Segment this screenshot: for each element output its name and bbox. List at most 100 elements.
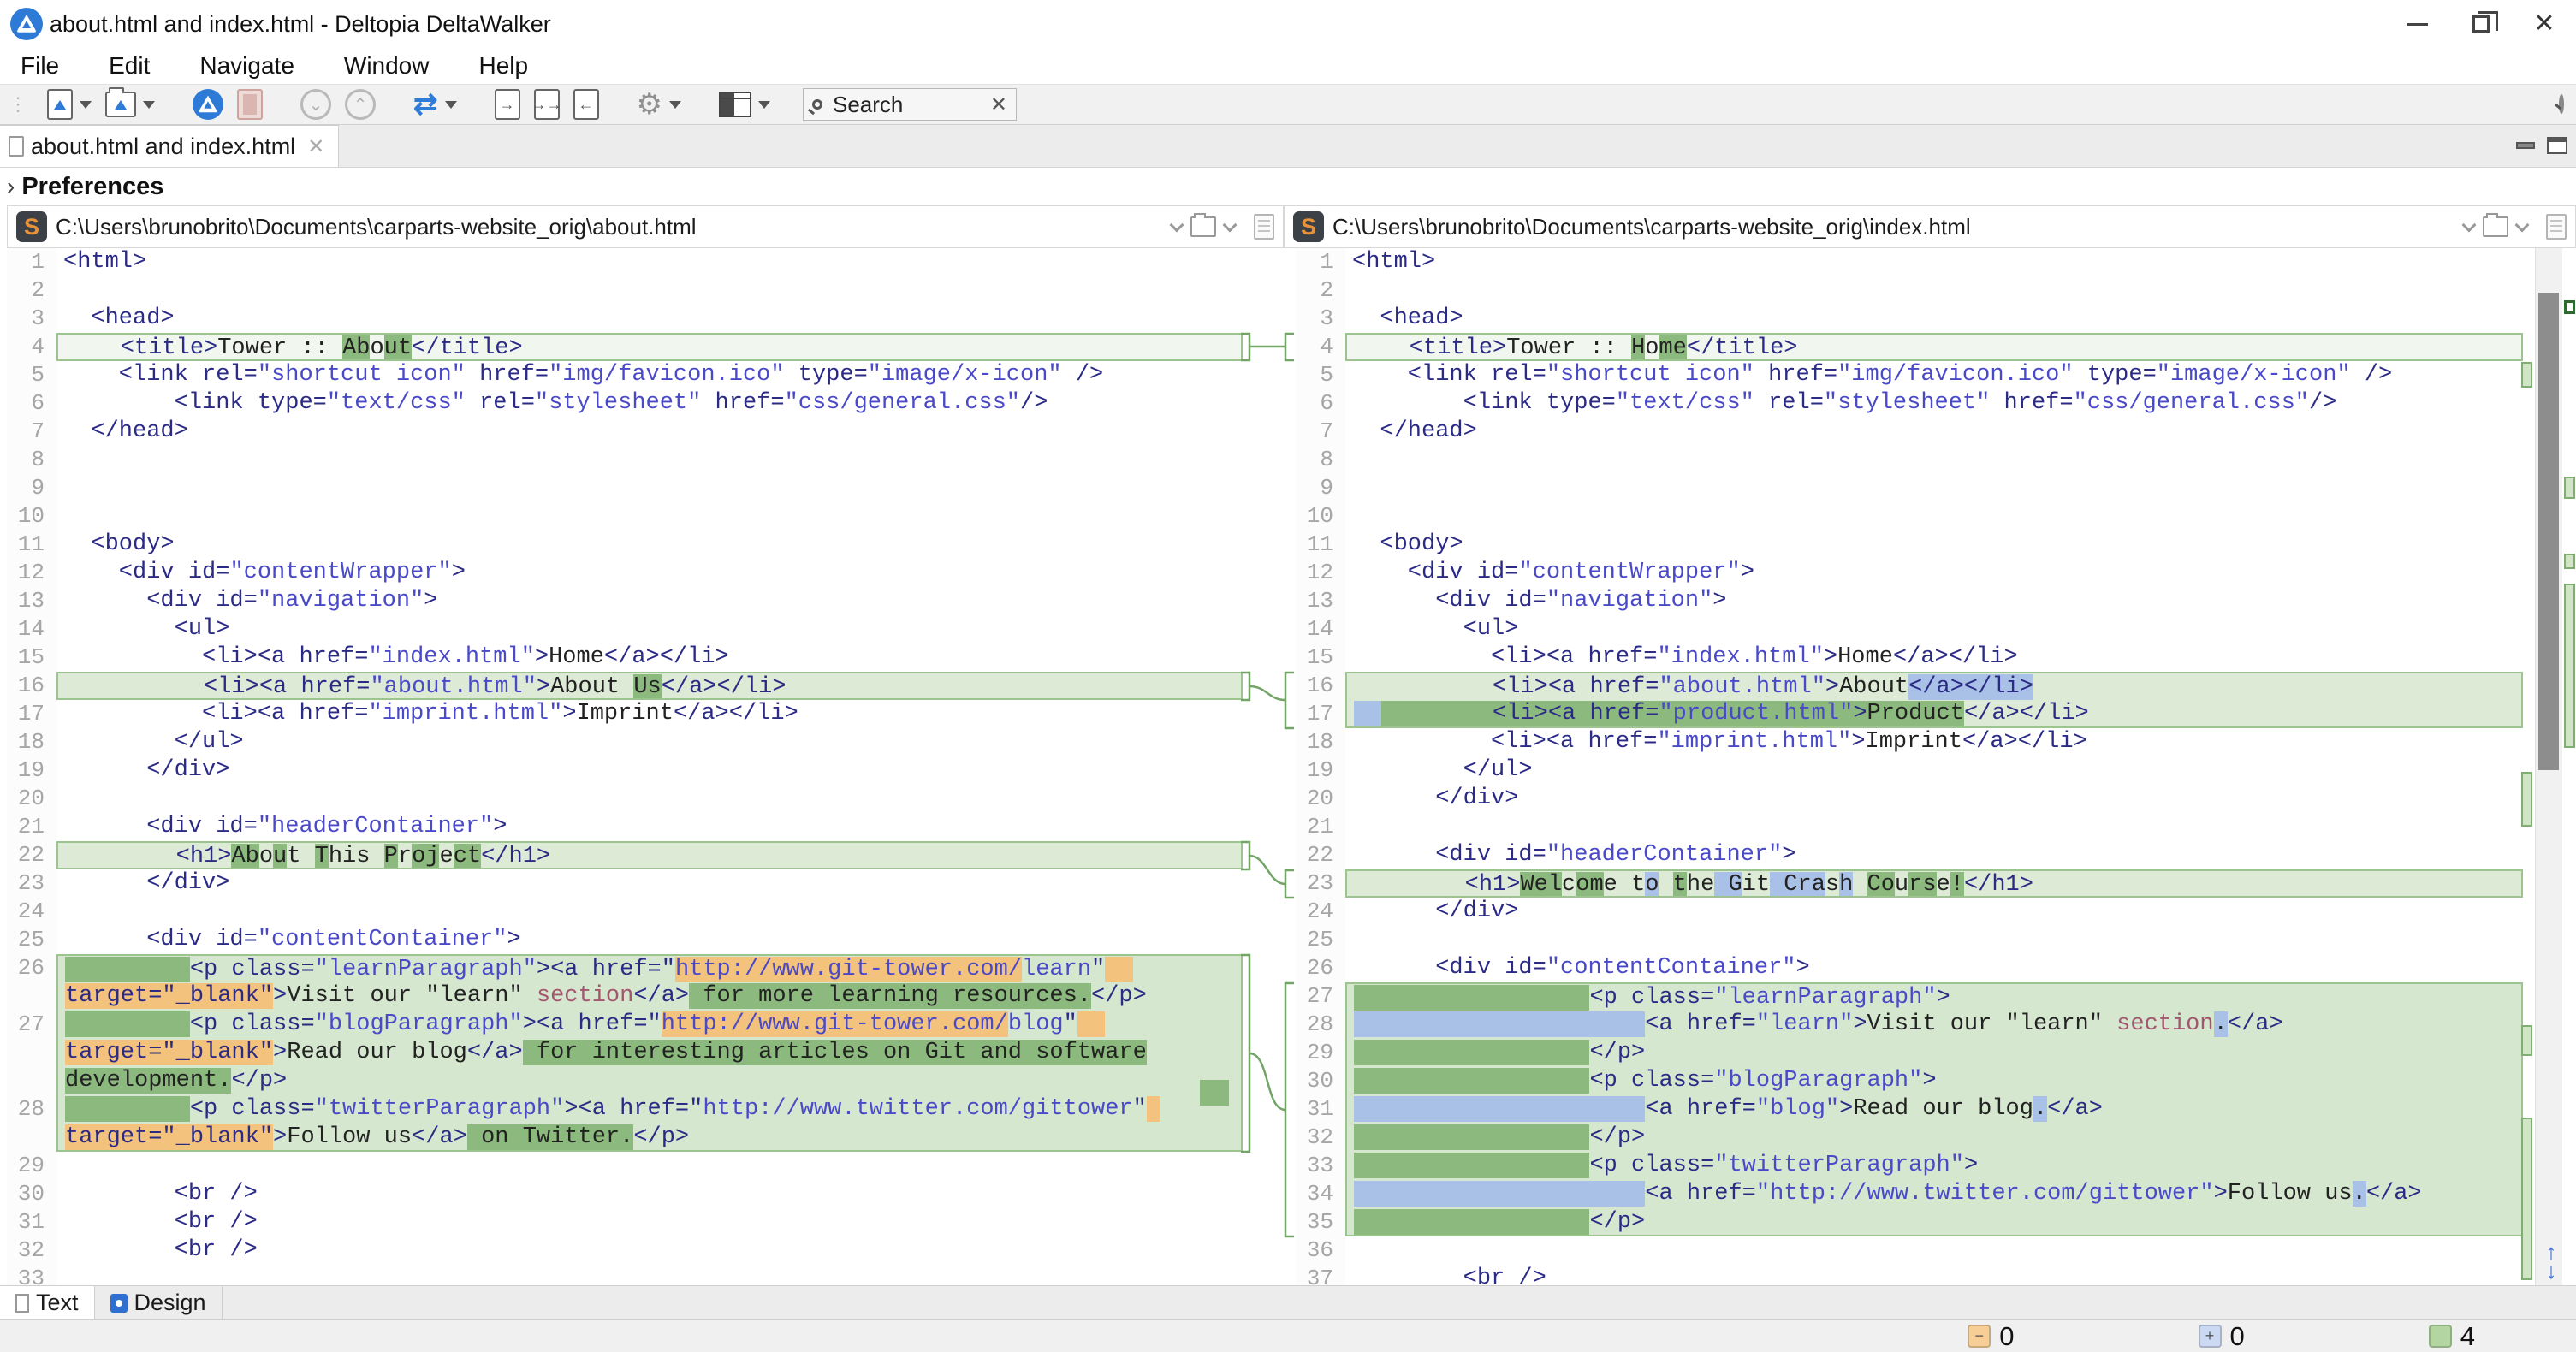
tab-design[interactable]: Design bbox=[95, 1286, 223, 1319]
folder-icon[interactable] bbox=[2483, 216, 2508, 237]
tab-text[interactable]: Text bbox=[0, 1286, 95, 1319]
code-line[interactable]: <html> bbox=[56, 248, 1243, 276]
code-line[interactable]: <p class="twitterParagraph"> bbox=[1345, 1152, 2523, 1180]
open-folder-button[interactable] bbox=[105, 92, 155, 117]
prev-diff-button[interactable]: ⌃ bbox=[345, 89, 376, 120]
search-value[interactable]: Search bbox=[833, 92, 990, 118]
search-input[interactable]: Search ✕ bbox=[803, 88, 1017, 121]
code-line[interactable]: <div id="navigation"> bbox=[1345, 587, 2523, 615]
open-file-button[interactable] bbox=[47, 89, 92, 120]
code-line[interactable]: <li><a href="index.html">Home</a></li> bbox=[56, 643, 1243, 672]
chevron-down-icon[interactable] bbox=[80, 101, 92, 109]
left-editor[interactable]: 1<html>23 <head>4 <title>Tower :: About<… bbox=[7, 248, 1284, 1285]
merge-all-button[interactable]: →→ bbox=[534, 89, 560, 120]
code-line[interactable]: <ul> bbox=[1345, 615, 2523, 643]
comparison-tab-label[interactable]: about.html and index.html bbox=[31, 133, 295, 160]
copy-right-button[interactable]: → bbox=[495, 89, 520, 120]
copy-left-button[interactable]: ← bbox=[573, 89, 599, 120]
code-line[interactable] bbox=[1345, 502, 2523, 531]
code-line[interactable] bbox=[56, 446, 1243, 474]
code-line[interactable]: <p class="blogParagraph"><a href="http:/… bbox=[56, 1011, 1243, 1039]
code-line[interactable]: <link type="text/css" rel="stylesheet" h… bbox=[56, 389, 1243, 418]
code-line[interactable]: <title>Tower :: About</title> bbox=[56, 333, 1243, 361]
code-line[interactable]: </div> bbox=[56, 869, 1243, 898]
chevron-down-icon[interactable] bbox=[669, 101, 681, 109]
code-line[interactable]: <link type="text/css" rel="stylesheet" h… bbox=[1345, 389, 2523, 418]
code-line[interactable]: </div> bbox=[1345, 785, 2523, 813]
code-line[interactable]: <br /> bbox=[1345, 1265, 2523, 1285]
code-line[interactable]: <h1>Welcome to the Git Crash Course!</h1… bbox=[1345, 869, 2523, 898]
code-line[interactable]: <div id="navigation"> bbox=[56, 587, 1243, 615]
code-line[interactable]: <link rel="shortcut icon" href="img/favi… bbox=[56, 361, 1243, 389]
code-line[interactable]: target="_blank">Read our blog</a> for in… bbox=[56, 1039, 1243, 1067]
clear-search-icon[interactable]: ✕ bbox=[990, 92, 1007, 117]
code-line[interactable] bbox=[56, 785, 1243, 813]
code-line[interactable]: target="_blank">Visit our "learn" sectio… bbox=[56, 982, 1243, 1011]
chevron-down-icon[interactable] bbox=[445, 101, 457, 109]
code-line[interactable]: </p> bbox=[1345, 1124, 2523, 1152]
code-line[interactable]: </div> bbox=[56, 756, 1243, 785]
code-line[interactable]: <p class="twitterParagraph"><a href="htt… bbox=[56, 1095, 1243, 1124]
code-line[interactable] bbox=[1345, 1236, 2523, 1265]
code-line[interactable]: <div id="headerContainer"> bbox=[1345, 841, 2523, 869]
close-tab-icon[interactable]: ✕ bbox=[307, 134, 324, 159]
chevron-down-icon[interactable] bbox=[1223, 218, 1238, 233]
code-line[interactable]: <a href="http://www.twitter.com/gittower… bbox=[1345, 1180, 2523, 1208]
code-line[interactable]: <p class="learnParagraph"><a href="http:… bbox=[56, 954, 1243, 982]
code-line[interactable]: <a href="blog">Read our blog.</a> bbox=[1345, 1095, 2523, 1124]
swap-panes-button[interactable]: ⇄ bbox=[413, 90, 457, 119]
code-line[interactable]: <body> bbox=[56, 531, 1243, 559]
code-line[interactable]: <h1>About This Project</h1> bbox=[56, 841, 1243, 869]
chevron-down-icon[interactable] bbox=[2462, 218, 2477, 233]
menu-window[interactable]: Window bbox=[335, 52, 450, 80]
code-line[interactable] bbox=[1345, 474, 2523, 502]
code-line[interactable]: <ul> bbox=[56, 615, 1243, 643]
code-line[interactable]: <a href="learn">Visit our "learn" sectio… bbox=[1345, 1011, 2523, 1039]
global-search-button[interactable] bbox=[2559, 97, 2564, 112]
menu-navigate[interactable]: Navigate bbox=[191, 52, 315, 80]
code-line[interactable]: <p class="learnParagraph"> bbox=[1345, 982, 2523, 1011]
comparison-tab[interactable]: about.html and index.html ✕ bbox=[0, 125, 339, 167]
chevron-down-icon[interactable] bbox=[1170, 218, 1184, 233]
menu-edit[interactable]: Edit bbox=[100, 52, 170, 80]
code-line[interactable]: <li><a href="about.html">About Us</a></l… bbox=[56, 672, 1243, 700]
code-line[interactable]: </p> bbox=[1345, 1208, 2523, 1236]
code-line[interactable] bbox=[56, 502, 1243, 531]
code-line[interactable]: </head> bbox=[56, 418, 1243, 446]
code-line[interactable]: </p> bbox=[1345, 1039, 2523, 1067]
code-line[interactable]: development.</p> bbox=[56, 1067, 1243, 1095]
close-icon[interactable]: ✕ bbox=[2513, 0, 2576, 48]
next-diff-button[interactable]: ⌄ bbox=[300, 89, 331, 120]
minimize-editor-icon[interactable] bbox=[2516, 142, 2535, 149]
menu-help[interactable]: Help bbox=[470, 52, 549, 80]
minimize-icon[interactable] bbox=[2386, 0, 2449, 48]
maximize-editor-icon[interactable] bbox=[2547, 137, 2567, 154]
code-line[interactable]: </ul> bbox=[1345, 756, 2523, 785]
code-line[interactable] bbox=[1345, 813, 2523, 841]
restore-icon[interactable] bbox=[2449, 0, 2513, 48]
code-line[interactable]: <li><a href="imprint.html">Imprint</a></… bbox=[56, 700, 1243, 728]
code-line[interactable] bbox=[56, 898, 1243, 926]
code-line[interactable] bbox=[56, 474, 1243, 502]
code-line[interactable]: <li><a href="index.html">Home</a></li> bbox=[1345, 643, 2523, 672]
preferences-section[interactable]: › Preferences bbox=[0, 168, 2576, 205]
right-file-path[interactable]: C:\Users\brunobrito\Documents\carparts-w… bbox=[1333, 214, 1971, 240]
code-line[interactable] bbox=[1345, 276, 2523, 305]
settings-button[interactable]: ⚙ bbox=[637, 90, 681, 119]
right-editor[interactable]: 1<html>23 <head>4 <title>Tower :: Home</… bbox=[1284, 248, 2576, 1285]
chevron-down-icon[interactable] bbox=[758, 101, 770, 109]
chevron-down-icon[interactable] bbox=[2515, 218, 2530, 233]
code-line[interactable]: <br /> bbox=[56, 1180, 1243, 1208]
save-icon[interactable] bbox=[2546, 214, 2567, 240]
chevron-down-icon[interactable] bbox=[143, 101, 155, 109]
code-line[interactable]: <br /> bbox=[56, 1236, 1243, 1265]
save-icon[interactable] bbox=[1254, 214, 1274, 240]
code-line[interactable]: <body> bbox=[1345, 531, 2523, 559]
code-line[interactable]: <link rel="shortcut icon" href="img/favi… bbox=[1345, 361, 2523, 389]
stop-button[interactable] bbox=[237, 89, 263, 120]
code-line[interactable]: </ul> bbox=[56, 728, 1243, 756]
code-line[interactable]: <p class="blogParagraph"> bbox=[1345, 1067, 2523, 1095]
code-line[interactable] bbox=[56, 1265, 1243, 1285]
code-line[interactable]: <head> bbox=[56, 305, 1243, 333]
code-line[interactable] bbox=[1345, 926, 2523, 954]
